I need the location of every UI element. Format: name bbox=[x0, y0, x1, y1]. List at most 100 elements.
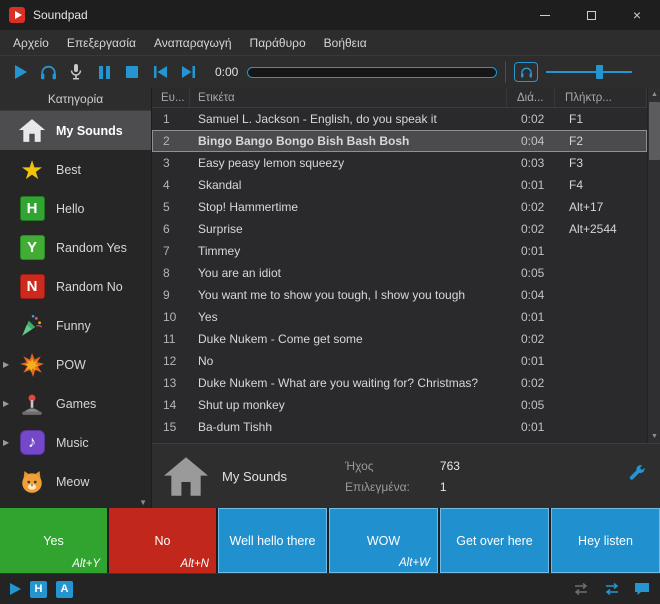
column-header-2[interactable]: Διά... bbox=[507, 88, 555, 107]
sidebar-item-label: Meow bbox=[56, 475, 89, 489]
autoplay-toggle-button[interactable]: A bbox=[56, 581, 73, 598]
sidebar-item-label: POW bbox=[56, 358, 86, 372]
sidebar-scroll-down-icon[interactable]: ▼ bbox=[139, 498, 147, 507]
sidebar-item-funny[interactable]: Funny bbox=[0, 306, 151, 345]
row-hotkey: Alt+17 bbox=[555, 200, 647, 214]
row-label: Samuel L. Jackson - English, do you spea… bbox=[190, 112, 507, 126]
quick-button-label: Yes bbox=[43, 534, 63, 548]
category-sidebar: Κατηγορία My Sounds★BestHHelloYRandom Ye… bbox=[0, 88, 152, 508]
sound-row[interactable]: 15Ba-dum Tishh0:01 bbox=[152, 416, 647, 438]
column-header-0[interactable]: Ευ... bbox=[152, 88, 190, 107]
seek-bar[interactable] bbox=[247, 67, 497, 78]
quick-button-get-over-here[interactable]: Get over here bbox=[440, 508, 549, 573]
sound-row[interactable]: 13Duke Nukem - What are you waiting for?… bbox=[152, 372, 647, 394]
menu-item-2[interactable]: Αναπαραγωγή bbox=[145, 33, 241, 53]
sidebar-item-my-sounds[interactable]: My Sounds bbox=[0, 111, 151, 150]
column-header-1[interactable]: Ετικέτα bbox=[190, 88, 507, 107]
selected-count: 1 bbox=[440, 480, 460, 494]
sidebar-item-label: Random No bbox=[56, 280, 123, 294]
row-duration: 0:04 bbox=[507, 134, 555, 148]
quick-button-label: Hey listen bbox=[578, 534, 633, 548]
sidebar-item-music[interactable]: ▶♪Music bbox=[0, 423, 151, 462]
sound-row[interactable]: 2Bingo Bango Bongo Bish Bash Bosh0:04F2 bbox=[152, 130, 647, 152]
quick-button-wow[interactable]: WOWAlt+W bbox=[329, 508, 438, 573]
scroll-up-icon[interactable]: ▲ bbox=[648, 88, 660, 101]
sound-row[interactable]: 11Duke Nukem - Come get some0:02 bbox=[152, 328, 647, 350]
sound-list-area: Ευ...ΕτικέταΔιά...Πλήκτρ... 1Samuel L. J… bbox=[152, 88, 660, 443]
volume-thumb[interactable] bbox=[596, 65, 603, 79]
quick-button-label: Get over here bbox=[456, 534, 532, 548]
sound-row[interactable]: 7Timmey0:01 bbox=[152, 240, 647, 262]
sidebar-item-random-no[interactable]: NRandom No bbox=[0, 267, 151, 306]
hotkeys-toggle-button[interactable]: H bbox=[30, 581, 47, 598]
play-button[interactable] bbox=[6, 59, 34, 85]
menu-item-4[interactable]: Βοήθεια bbox=[315, 33, 376, 53]
sound-row[interactable]: 5Stop! Hammertime0:02Alt+17 bbox=[152, 196, 647, 218]
transfer-button[interactable] bbox=[603, 582, 621, 596]
sound-row[interactable]: 6Surprise0:02Alt+2544 bbox=[152, 218, 647, 240]
expand-arrow-icon[interactable]: ▶ bbox=[3, 438, 9, 447]
expand-arrow-icon[interactable]: ▶ bbox=[3, 360, 9, 369]
quick-button-yes[interactable]: YesAlt+Y bbox=[0, 508, 107, 573]
stop-button[interactable] bbox=[118, 59, 146, 85]
pause-button[interactable] bbox=[90, 59, 118, 85]
info-category-name: My Sounds bbox=[222, 469, 287, 484]
close-button[interactable]: × bbox=[614, 0, 660, 30]
row-duration: 0:02 bbox=[507, 222, 555, 236]
sidebar-item-label: Funny bbox=[56, 319, 91, 333]
info-panel: My Sounds Ήχος 763 Επιλεγμένα: 1 bbox=[152, 443, 660, 508]
row-label: Easy peasy lemon squeezy bbox=[190, 156, 507, 170]
sidebar-item-meow[interactable]: Meow bbox=[0, 462, 151, 501]
sound-row[interactable]: 1Samuel L. Jackson - English, do you spe… bbox=[152, 108, 647, 130]
sound-rows: 1Samuel L. Jackson - English, do you spe… bbox=[152, 108, 647, 438]
expand-arrow-icon[interactable]: ▶ bbox=[3, 399, 9, 408]
row-index: 2 bbox=[152, 134, 190, 148]
settings-wrench-button[interactable] bbox=[629, 464, 646, 481]
sidebar-item-random-yes[interactable]: YRandom Yes bbox=[0, 228, 151, 267]
menu-item-1[interactable]: Επεξεργασία bbox=[58, 33, 145, 53]
sidebar-item-best[interactable]: ★Best bbox=[0, 150, 151, 189]
row-index: 12 bbox=[152, 354, 190, 368]
sound-row[interactable]: 8You are an idiot0:05 bbox=[152, 262, 647, 284]
sound-row[interactable]: 3Easy peasy lemon squeezy0:03F3 bbox=[152, 152, 647, 174]
sidebar-item-hello[interactable]: HHello bbox=[0, 189, 151, 228]
next-button[interactable] bbox=[174, 59, 202, 85]
microphone-button[interactable] bbox=[62, 59, 90, 85]
sidebar-item-games[interactable]: ▶Games bbox=[0, 384, 151, 423]
sound-row[interactable]: 14Shut up monkey0:05 bbox=[152, 394, 647, 416]
sound-row[interactable]: 4Skandal0:01F4 bbox=[152, 174, 647, 196]
sidebar-item-pow[interactable]: ▶ POW bbox=[0, 345, 151, 384]
joystick-icon bbox=[17, 389, 47, 419]
maximize-button[interactable] bbox=[568, 0, 614, 30]
row-duration: 0:02 bbox=[507, 376, 555, 390]
previous-button[interactable] bbox=[146, 59, 174, 85]
sound-row[interactable]: 12No0:01 bbox=[152, 350, 647, 372]
maximize-icon bbox=[587, 11, 596, 20]
pause-icon bbox=[99, 66, 110, 79]
minimize-button[interactable] bbox=[522, 0, 568, 30]
row-index: 6 bbox=[152, 222, 190, 236]
play-through-headphones-button[interactable] bbox=[34, 59, 62, 85]
column-header-3[interactable]: Πλήκτρ... bbox=[555, 88, 647, 107]
quick-button-hey-listen[interactable]: Hey listen bbox=[551, 508, 660, 573]
minimize-icon bbox=[540, 15, 550, 16]
category-list: My Sounds★BestHHelloYRandom YesNRandom N… bbox=[0, 111, 151, 508]
quick-button-label: Well hello there bbox=[230, 534, 316, 548]
sound-row[interactable]: 9You want me to show you tough, I show y… bbox=[152, 284, 647, 306]
scroll-down-icon[interactable]: ▼ bbox=[648, 430, 660, 443]
vertical-scrollbar[interactable]: ▲ ▼ bbox=[647, 88, 660, 443]
headphones-volume-button[interactable] bbox=[514, 62, 538, 82]
scrollbar-thumb[interactable] bbox=[649, 102, 660, 160]
quick-button-no[interactable]: NoAlt+N bbox=[109, 508, 216, 573]
sound-row[interactable]: 10Yes0:01 bbox=[152, 306, 647, 328]
volume-slider[interactable] bbox=[546, 64, 632, 80]
chat-button[interactable] bbox=[634, 582, 650, 596]
menu-item-0[interactable]: Αρχείο bbox=[4, 33, 58, 53]
row-label: No bbox=[190, 354, 507, 368]
status-play-button[interactable] bbox=[10, 583, 21, 595]
quick-button-well-hello-there[interactable]: Well hello there bbox=[218, 508, 327, 573]
row-label: Shut up monkey bbox=[190, 398, 507, 412]
repeat-button[interactable] bbox=[572, 582, 590, 596]
row-duration: 0:01 bbox=[507, 420, 555, 434]
menu-item-3[interactable]: Παράθυρο bbox=[241, 33, 315, 53]
